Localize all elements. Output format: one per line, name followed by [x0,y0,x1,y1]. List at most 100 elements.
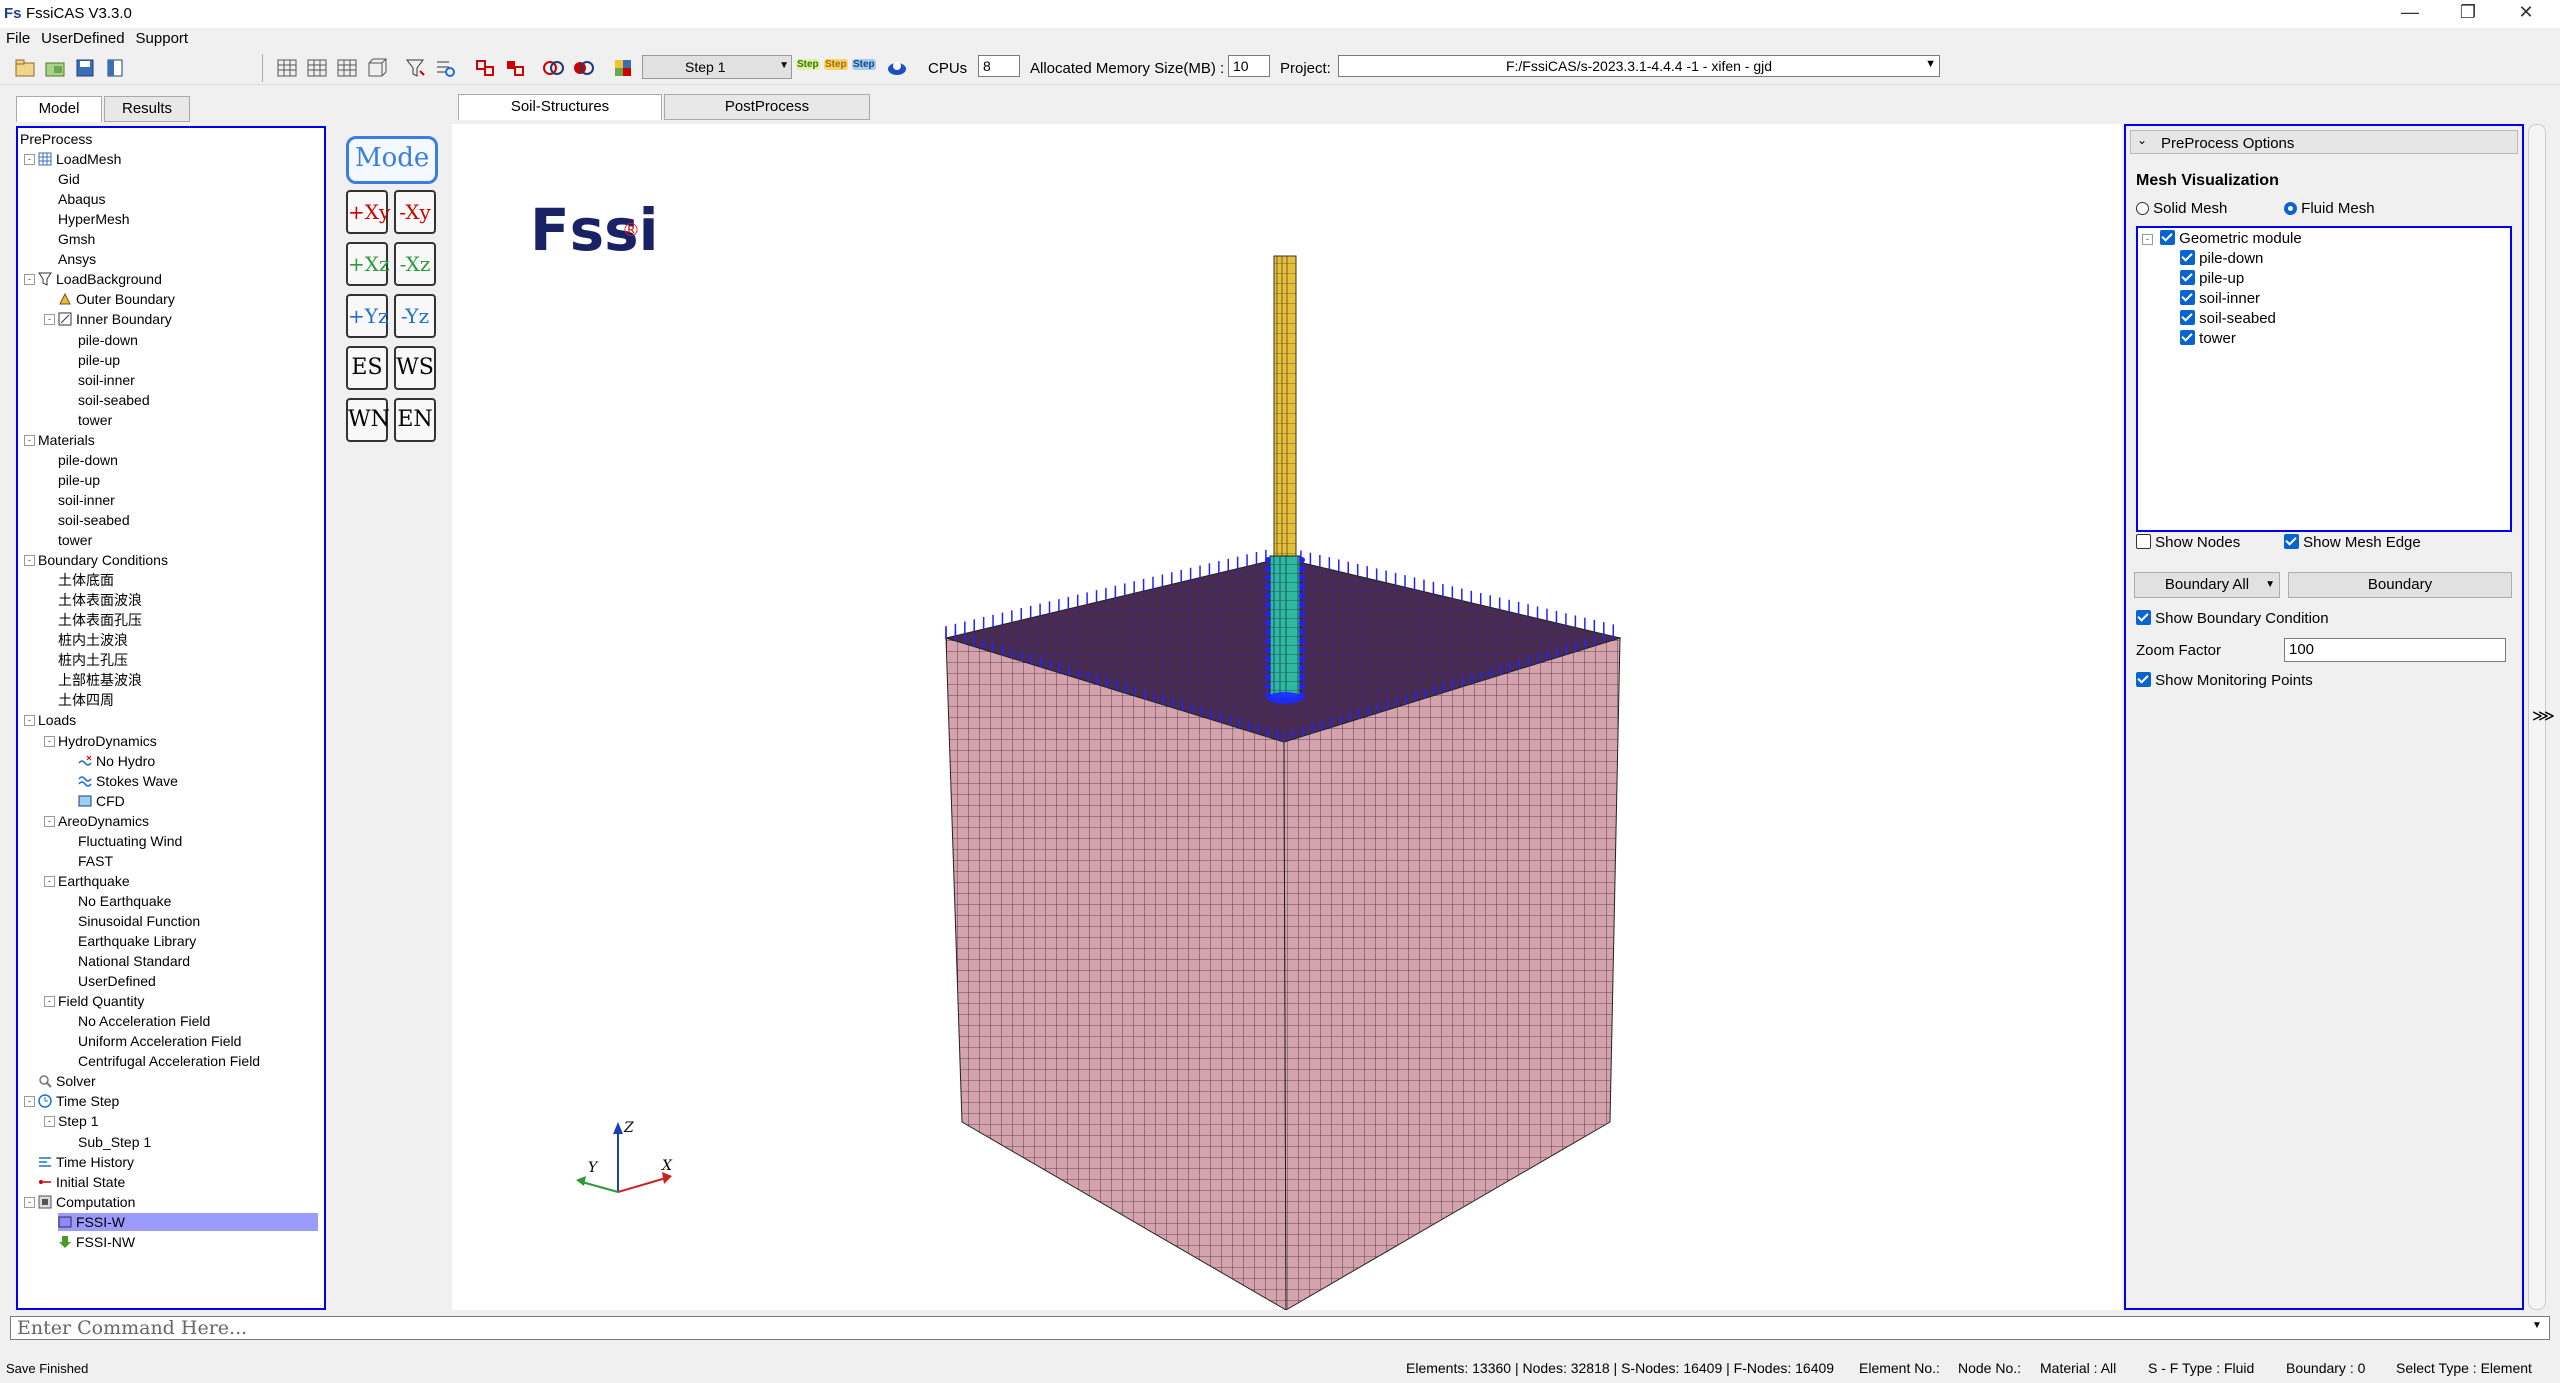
tree-item[interactable]: soil-inner [78,371,135,389]
filter-list-icon[interactable] [434,57,456,79]
tree-item[interactable]: Field Quantity [58,992,144,1010]
tree-item[interactable]: soil-seabed [58,511,130,529]
view-plus-xz-button[interactable]: +Xz [346,242,390,286]
color-map-icon[interactable] [612,57,634,79]
step-select[interactable]: Step 1 ▼ [642,55,792,79]
tree-item[interactable]: Initial State [38,1173,125,1191]
geometric-module-item[interactable]: Geometric module [2160,230,2302,247]
tree-item[interactable]: Time Step [38,1092,119,1110]
tree-item[interactable]: Step 1 [58,1112,98,1130]
step-button-2[interactable]: Step [824,59,848,70]
step-button-3[interactable]: Step [852,59,876,70]
panel-icon[interactable] [104,57,126,79]
project-select[interactable]: F:/FssiCAS/s-2023.3.1-4.4.4 -1 - xifen -… [1338,55,1940,77]
view-minus-xy-button[interactable]: -Xy [394,190,436,234]
tree-item[interactable]: National Standard [78,952,190,970]
view-plus-xy-button[interactable]: +Xy [346,190,390,234]
tree-item[interactable]: HydroDynamics [58,732,157,750]
menu-userdefined[interactable]: UserDefined [35,28,129,47]
tree-item[interactable]: Earthquake [58,872,130,890]
mesh-grid-3-icon[interactable] [336,57,358,79]
filter-icon[interactable] [404,57,426,79]
tree-item[interactable]: Stokes Wave [78,772,178,790]
tab-soil-structures[interactable]: Soil-Structures [458,94,662,120]
tree-item[interactable]: LoadBackground [38,270,162,288]
geometric-module-soil-seabed[interactable]: soil-seabed [2180,310,2276,327]
tree-item[interactable]: 土体表面波浪 [58,591,142,609]
restore-icon[interactable]: ❐ [2448,2,2488,23]
tree-item[interactable]: Centrifugal Acceleration Field [78,1052,260,1070]
tree-item[interactable]: FAST [78,852,113,870]
chevron-down-icon[interactable]: ▼ [1925,58,1936,70]
tree-item[interactable]: UserDefined [78,972,156,990]
geometric-module-pile-up[interactable]: pile-up [2180,270,2244,287]
tree-item[interactable]: pile-down [58,451,118,469]
tab-postprocess[interactable]: PostProcess [664,94,870,120]
tree-item[interactable]: tower [58,531,92,549]
mode-button[interactable]: Mode [346,136,438,184]
tree-item[interactable]: soil-inner [58,491,115,509]
boundary-red-icon[interactable] [474,57,496,79]
expand-panel-icon[interactable]: ⋙ [2532,706,2555,726]
tree-item[interactable]: pile-up [58,471,100,489]
tree-item[interactable]: Time History [38,1153,134,1171]
tree-item[interactable]: Boundary Conditions [38,551,168,569]
tree-item[interactable]: Sinusoidal Function [78,912,200,930]
tree-item[interactable]: LoadMesh [38,150,121,168]
tree-item[interactable]: Loads [38,711,76,729]
3d-viewport[interactable]: Fssi ® Z X Y [452,124,2122,1310]
tree-expander-icon[interactable]: - [44,996,55,1008]
tree-item[interactable]: No Earthquake [78,892,171,910]
mesh-grid-icon[interactable] [276,57,298,79]
tree-expander-icon[interactable]: - [24,555,35,567]
tree-item[interactable]: 土体表面孔压 [58,611,142,629]
boundary-button[interactable]: Boundary [2288,572,2512,598]
minimize-icon[interactable]: — [2390,2,2430,23]
tree-item[interactable]: 桩内土孔压 [58,651,128,669]
tree-item[interactable]: 土体四周 [58,691,114,709]
tree-item[interactable]: No Hydro [78,752,155,770]
show-monitoring-points-checkbox[interactable]: Show Monitoring Points [2136,672,2313,689]
view-plus-yz-button[interactable]: +Yz [346,294,389,338]
run-icon[interactable] [886,57,908,79]
tab-model[interactable]: Model [16,96,102,122]
cpus-input[interactable]: 8 [978,55,1020,77]
tree-expander-icon[interactable]: - [24,1096,35,1108]
select-node-icon[interactable] [542,57,564,79]
tree-expander-icon[interactable]: - [44,1116,55,1128]
menu-file[interactable]: File [0,28,35,47]
collapse-geometric-icon[interactable]: - [2142,234,2153,245]
tree-item[interactable]: FSSI-NW [58,1233,135,1251]
tree-item[interactable]: Computation [38,1193,135,1211]
collapse-icon[interactable]: ⌄ [2137,133,2147,147]
memory-input[interactable]: 10 [1228,55,1270,77]
tree-expander-icon[interactable]: - [44,735,55,747]
show-mesh-edge-checkbox[interactable]: Show Mesh Edge [2284,534,2421,551]
tree-item[interactable]: tower [78,411,112,429]
tree-item[interactable]: Ansys [58,250,96,268]
tree-item[interactable]: AreoDynamics [58,812,149,830]
tree-item[interactable]: soil-seabed [78,391,150,409]
tab-results[interactable]: Results [104,96,190,122]
tree-expander-icon[interactable]: - [24,274,35,286]
options-header[interactable]: ⌄ PreProcess Options [2130,130,2518,154]
tree-expander-icon[interactable]: - [44,314,55,326]
tree-item[interactable]: Inner Boundary [58,310,172,328]
show-nodes-checkbox[interactable]: Show Nodes [2136,534,2240,551]
tree-item[interactable]: Gid [58,170,80,188]
view-wn-button[interactable]: WN [346,398,390,442]
tree-item[interactable]: Abaqus [58,190,105,208]
tree-item[interactable]: FSSI-W [58,1212,318,1231]
tree-item[interactable]: 上部桩基波浪 [58,671,142,689]
tree-item[interactable]: pile-up [78,351,120,369]
view-ws-button[interactable]: WS [394,346,436,390]
tree-item[interactable]: HyperMesh [58,210,130,228]
step-button-1[interactable]: Step [796,59,820,70]
tree-item[interactable]: CFD [78,792,125,810]
tree-expander-icon[interactable]: - [44,875,55,887]
tree-item[interactable]: PreProcess [20,130,92,148]
mesh-3d-icon[interactable] [366,57,388,79]
fluid-mesh-radio[interactable]: Fluid Mesh [2284,200,2375,217]
view-minus-yz-button[interactable]: -Yz [394,294,436,338]
geometric-module-soil-inner[interactable]: soil-inner [2180,290,2260,307]
